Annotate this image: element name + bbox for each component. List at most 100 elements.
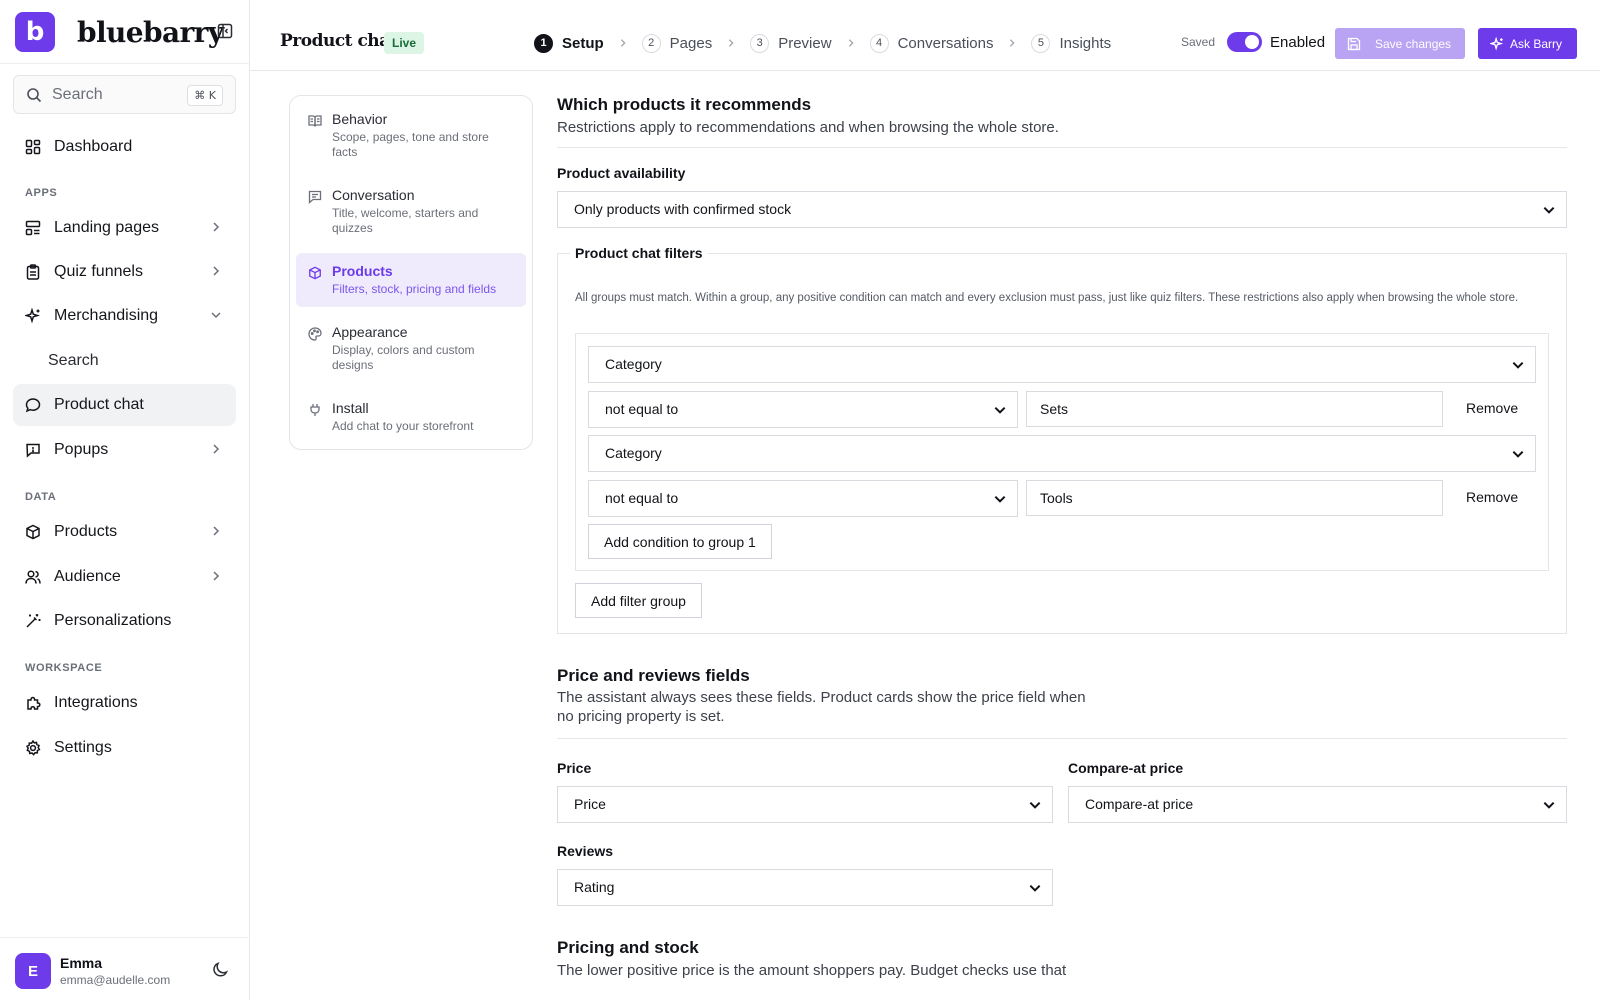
ask-barry-button[interactable]: Ask Barry — [1478, 28, 1577, 59]
settings-subnav: Behavior Scope, pages, tone and store fa… — [289, 95, 533, 450]
magic-wand-icon — [26, 614, 41, 628]
subnav-item-products[interactable]: Products Filters, stock, pricing and fie… — [296, 253, 526, 307]
price-field-label: Price — [557, 760, 592, 776]
user-email: emma@audelle.com — [60, 973, 171, 987]
sparkles-icon — [25, 308, 41, 324]
subnav-item-install[interactable]: Install Add chat to your storefront — [296, 390, 526, 444]
sidebar-item-personalizations[interactable]: Personalizations — [13, 600, 236, 642]
save-changes-button[interactable]: Save changes — [1335, 28, 1465, 59]
step-preview[interactable]: 3 Preview — [750, 33, 832, 53]
subnav-desc: Title, welcome, starters and quizzes — [332, 206, 479, 235]
section-subtitle-price-fields: The assistant always sees these fields. … — [557, 689, 1086, 706]
sidebar-item-product-chat[interactable]: Product chat — [13, 384, 236, 426]
sidebar-item-label: Dashboard — [54, 138, 133, 155]
sidebar-item-landing-pages[interactable]: Landing pages — [13, 207, 236, 249]
sidebar-item-label: Merchandising — [54, 307, 159, 324]
section-label-workspace: WORKSPACE — [25, 662, 103, 674]
sidebar-item-popups[interactable]: Popups — [13, 429, 236, 471]
brand[interactable]: b bluebarry — [15, 12, 240, 52]
step-conversations[interactable]: 4 Conversations — [869, 33, 993, 53]
subnav-item-conversation[interactable]: Conversation Title, welcome, starters an… — [296, 177, 526, 246]
moon-icon[interactable] — [212, 961, 230, 979]
condition-value-input[interactable]: Sets — [1026, 391, 1443, 427]
message-alert-icon — [26, 443, 40, 458]
price-field-select[interactable]: Price — [557, 786, 1053, 823]
users-icon — [25, 570, 41, 584]
subnav-item-appearance[interactable]: Appearance Display, colors and custom de… — [296, 314, 526, 383]
section-title-recommends: Which products it recommends — [557, 95, 812, 114]
page-title: Product chat — [280, 31, 398, 51]
chevron-down-icon — [1029, 884, 1041, 892]
chat-bubble-icon — [25, 398, 41, 413]
sidebar-item-merchandising[interactable]: Merchandising — [13, 295, 236, 337]
sidebar-divider — [0, 63, 250, 64]
sidebar-item-dashboard[interactable]: Dashboard — [13, 126, 236, 168]
remove-condition-button[interactable]: Remove — [1466, 400, 1518, 416]
step-insights[interactable]: 5 Insights — [1031, 33, 1111, 53]
section-subtitle-recommends: Restrictions apply to recommendations an… — [557, 119, 1059, 136]
condition-field-select[interactable]: Category — [588, 435, 1536, 472]
sidebar-search[interactable]: Search ⌘ K — [13, 75, 236, 114]
search-shortcut: ⌘ K — [187, 85, 223, 106]
sidebar-collapse-icon[interactable] — [217, 23, 233, 39]
layout-icon — [25, 220, 41, 236]
step-label: Preview — [778, 34, 832, 52]
subnav-desc: Display, colors and custom designs — [332, 343, 475, 372]
sidebar-subitem-search[interactable]: Search — [48, 352, 99, 370]
chevron-down-icon — [994, 406, 1006, 414]
package-icon — [26, 524, 40, 540]
step-label: Setup — [562, 34, 604, 52]
enabled-toggle[interactable] — [1227, 32, 1262, 52]
chevron-right-icon — [213, 444, 220, 454]
chevron-right-icon — [213, 266, 220, 276]
add-filter-group-button[interactable]: Add filter group — [575, 583, 702, 618]
sidebar-item-label: Quiz funnels — [54, 263, 143, 280]
chevron-down-icon — [1029, 801, 1041, 809]
sidebar-item-quiz-funnels[interactable]: Quiz funnels — [13, 251, 236, 293]
chevron-down-icon — [1543, 801, 1555, 809]
compare-price-select[interactable]: Compare-at price — [1068, 786, 1567, 823]
step-setup[interactable]: 1 Setup — [534, 33, 604, 53]
search-label: Search — [52, 85, 103, 103]
add-condition-button[interactable]: Add condition to group 1 — [588, 524, 772, 559]
section-title-pricing-stock: Pricing and stock — [557, 938, 699, 957]
subnav-item-behavior[interactable]: Behavior Scope, pages, tone and store fa… — [296, 101, 526, 170]
dashboard-icon — [25, 139, 41, 155]
condition-field-select[interactable]: Category — [588, 346, 1536, 383]
select-value: Compare-at price — [1085, 796, 1194, 812]
step-pages[interactable]: 2 Pages — [641, 33, 712, 53]
brand-logo: b — [15, 12, 55, 52]
availability-select[interactable]: Only products with confirmed stock — [557, 191, 1567, 228]
sidebar-item-label: Settings — [54, 739, 112, 756]
chevron-right-icon — [726, 38, 736, 48]
status-badge: Live — [384, 32, 425, 54]
sidebar-item-audience[interactable]: Audience — [13, 556, 236, 598]
sidebar-item-integrations[interactable]: Integrations — [13, 682, 236, 724]
chevron-right-icon — [213, 526, 220, 536]
filter-group: Category not equal to Sets Remove Catego… — [575, 333, 1549, 571]
puzzle-icon — [27, 696, 41, 710]
condition-value-input[interactable]: Tools — [1026, 480, 1443, 516]
chevron-down-icon — [211, 312, 221, 319]
condition-operator-select[interactable]: not equal to — [588, 480, 1018, 517]
sidebar-item-products[interactable]: Products — [13, 511, 236, 553]
step-number: 5 — [1031, 33, 1051, 53]
topbar: Product chat Live 1 Setup 2 Pages 3 Preview… — [250, 0, 1600, 71]
product-chat-filters: Product chat filters All groups must mat… — [557, 245, 1567, 634]
section-divider — [557, 147, 1567, 148]
reviews-field-select[interactable]: Rating — [557, 869, 1053, 906]
plug-icon — [310, 404, 320, 416]
filters-description: All groups must match. Within a group, a… — [575, 292, 1519, 304]
filters-legend: Product chat filters — [570, 245, 708, 261]
condition-operator-select[interactable]: not equal to — [588, 391, 1018, 428]
user-profile[interactable]: E Emma emma@audelle.com — [0, 937, 250, 1000]
sidebar-item-settings[interactable]: Settings — [13, 727, 236, 769]
message-square-icon — [308, 190, 322, 204]
gear-icon — [25, 740, 41, 756]
section-subtitle-price-fields-2: no pricing property is set. — [557, 708, 725, 725]
sidebar-item-label: Popups — [54, 441, 109, 458]
subnav-desc: Filters, stock, pricing and fields — [332, 282, 497, 296]
section-title-price-fields: Price and reviews fields — [557, 666, 750, 685]
remove-condition-button[interactable]: Remove — [1466, 489, 1518, 505]
chevron-right-icon — [618, 38, 628, 48]
